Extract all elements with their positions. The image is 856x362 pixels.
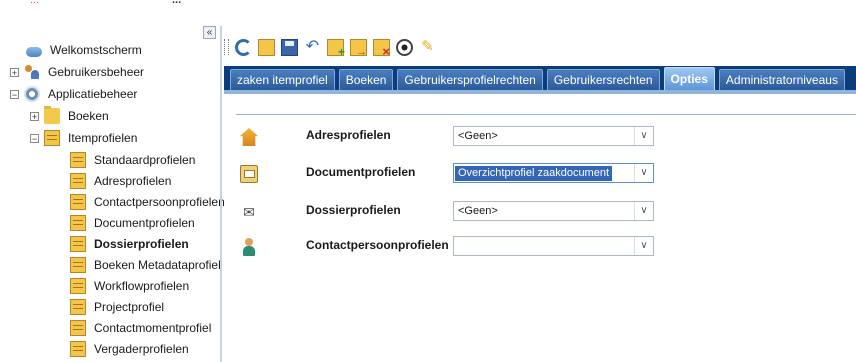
- profile-sheet-icon: [70, 215, 86, 231]
- tree-item-label: Contactmomentprofiel: [94, 321, 212, 335]
- contactpersoonprofielen-select[interactable]: ∨: [453, 236, 654, 256]
- cloud-icon: [26, 47, 42, 57]
- tree-item-label: Gebruikersbeheer: [48, 65, 145, 79]
- tree-item-vergaderprofielen[interactable]: Vergaderprofielen: [70, 339, 189, 359]
- profile-sheet-icon: [70, 257, 86, 273]
- tree-item-label: Applicatiebeheer: [48, 87, 138, 101]
- tree-item-label: Welkomstscherm: [50, 43, 142, 57]
- profile-sheet-icon: [70, 152, 86, 168]
- option-row-dossierprofielen: ✉ Dossierprofielen <Geen> ∨: [224, 201, 856, 223]
- adresprofielen-select[interactable]: <Geen> ∨: [453, 126, 654, 146]
- collapse-icon[interactable]: −: [10, 89, 19, 99]
- profile-sheet-icon: [70, 320, 86, 336]
- tree-item-label-selected: Dossierprofielen: [94, 237, 189, 251]
- profile-sheet-icon: [70, 278, 86, 294]
- select-value: <Geen>: [458, 205, 498, 217]
- tree-item-label: Contactpersoonprofielen: [94, 195, 225, 209]
- divider: [236, 114, 856, 115]
- option-label: Adresprofielen: [306, 128, 391, 142]
- profile-sheet-icon: [70, 341, 86, 357]
- tree-item-label: Documentprofielen: [94, 216, 195, 230]
- chevron-down-icon[interactable]: ∨: [634, 127, 653, 145]
- tree-item-label: Adresprofielen: [94, 174, 172, 188]
- tree-item-standaardprofielen[interactable]: Standaardprofielen: [70, 150, 195, 170]
- view-icon[interactable]: [396, 38, 413, 56]
- tree-item-projectprofiel[interactable]: Projectprofiel: [70, 297, 164, 317]
- tree-item-contactmomentprofiel[interactable]: Contactmomentprofiel: [70, 318, 211, 338]
- top-title-strip: ... ...: [0, 0, 856, 16]
- option-label: Dossierprofielen: [306, 203, 401, 217]
- tab-bar: zaken itemprofiel Boeken Gebruikersprofi…: [224, 66, 856, 90]
- tree-item-gebruikersbeheer[interactable]: + Gebruikersbeheer: [10, 62, 144, 82]
- tree-item-itemprofielen[interactable]: − Itemprofielen: [30, 128, 137, 148]
- delete-icon[interactable]: [373, 38, 390, 59]
- tree-item-label: Workflowprofielen: [94, 279, 190, 293]
- top-title: ...: [172, 0, 182, 6]
- move-icon[interactable]: [350, 38, 367, 58]
- edit-icon[interactable]: ✎: [419, 38, 436, 56]
- tab-administratorniveaus[interactable]: Administratorniveaus: [718, 69, 845, 90]
- profile-sheet-icon: [70, 173, 86, 189]
- tree-item-label: Standaardprofielen: [94, 153, 196, 167]
- tree-item-applicatiebeheer[interactable]: − Applicatiebeheer: [10, 84, 137, 104]
- dossierprofielen-select[interactable]: <Geen> ∨: [453, 201, 654, 221]
- expand-icon[interactable]: +: [30, 111, 39, 121]
- profile-sheet-icon: [44, 130, 60, 146]
- tree-item-label: Itemprofielen: [68, 131, 138, 145]
- users-icon: [24, 64, 40, 80]
- tree-item-boeken-metadataprofiel[interactable]: Boeken Metadataprofiel: [70, 255, 221, 275]
- option-row-adresprofielen: Adresprofielen <Geen> ∨: [224, 126, 856, 148]
- chevron-down-icon[interactable]: ∨: [634, 202, 653, 220]
- tree-item-documentprofielen[interactable]: Documentprofielen: [70, 213, 195, 233]
- select-value: <Geen>: [458, 130, 498, 142]
- option-row-documentprofielen: Documentprofielen Overzichtprofiel zaakd…: [224, 163, 856, 185]
- undo-icon[interactable]: ↶: [304, 38, 321, 56]
- tree-item-adresprofielen[interactable]: Adresprofielen: [70, 171, 171, 191]
- chevron-down-icon[interactable]: ∨: [634, 164, 653, 182]
- tab-opties[interactable]: Opties: [663, 67, 715, 90]
- navigation-tree: Welkomstscherm + Gebruikersbeheer − Appl…: [0, 26, 225, 362]
- add-icon[interactable]: [327, 38, 345, 59]
- expand-icon[interactable]: +: [10, 67, 19, 77]
- tree-item-label: Projectprofiel: [94, 300, 165, 314]
- document-icon: [240, 165, 258, 183]
- option-label: Contactpersoonprofielen: [306, 238, 449, 252]
- tab-gebruikersrechten[interactable]: Gebruikersrechten: [546, 69, 660, 90]
- refresh-icon[interactable]: [235, 38, 252, 56]
- top-left-text: ...: [30, 0, 40, 6]
- tab-zaken-itemprofiel[interactable]: zaken itemprofiel: [230, 69, 335, 90]
- gear-icon: [24, 86, 40, 102]
- tree-item-boeken[interactable]: + Boeken: [30, 106, 109, 126]
- tree-item-workflowprofielen[interactable]: Workflowprofielen: [70, 276, 189, 296]
- select-value: Overzichtprofiel zaakdocument: [455, 166, 613, 181]
- profile-sheet-icon: [70, 299, 86, 315]
- house-icon: [240, 128, 258, 146]
- tab-gebruikersprofielrechten[interactable]: Gebruikersprofielrechten: [397, 69, 543, 90]
- options-panel: Adresprofielen <Geen> ∨ Documentprofiele…: [224, 94, 856, 362]
- tree-item-welkomstscherm[interactable]: Welkomstscherm: [26, 40, 142, 60]
- option-row-contactpersoonprofielen: Contactpersoonprofielen ∨: [224, 236, 856, 258]
- save-icon[interactable]: [281, 38, 298, 56]
- toolbar: ↶ ✎: [224, 36, 442, 59]
- toolbar-grip[interactable]: [224, 39, 229, 55]
- tab-boeken[interactable]: Boeken: [338, 69, 394, 90]
- tree-item-dossierprofielen[interactable]: Dossierprofielen: [70, 234, 189, 254]
- profile-sheet-icon: [70, 194, 86, 210]
- profile-sheet-icon: [70, 236, 86, 252]
- folder-icon: [44, 106, 60, 124]
- person-icon: [240, 238, 258, 256]
- documentprofielen-select[interactable]: Overzichtprofiel zaakdocument ∨: [453, 163, 654, 183]
- grid-icon[interactable]: [258, 38, 275, 56]
- panel-splitter[interactable]: [220, 26, 222, 362]
- dossier-icon: ✉: [243, 204, 255, 220]
- tree-item-label: Boeken: [68, 109, 109, 123]
- tree-item-label: Vergaderprofielen: [94, 342, 189, 356]
- chevron-down-icon[interactable]: ∨: [634, 237, 653, 255]
- tree-item-label: Boeken Metadataprofiel: [94, 258, 221, 272]
- collapse-icon[interactable]: −: [30, 133, 39, 143]
- tree-item-contactpersoonprofielen[interactable]: Contactpersoonprofielen: [70, 192, 225, 212]
- option-label: Documentprofielen: [306, 165, 416, 179]
